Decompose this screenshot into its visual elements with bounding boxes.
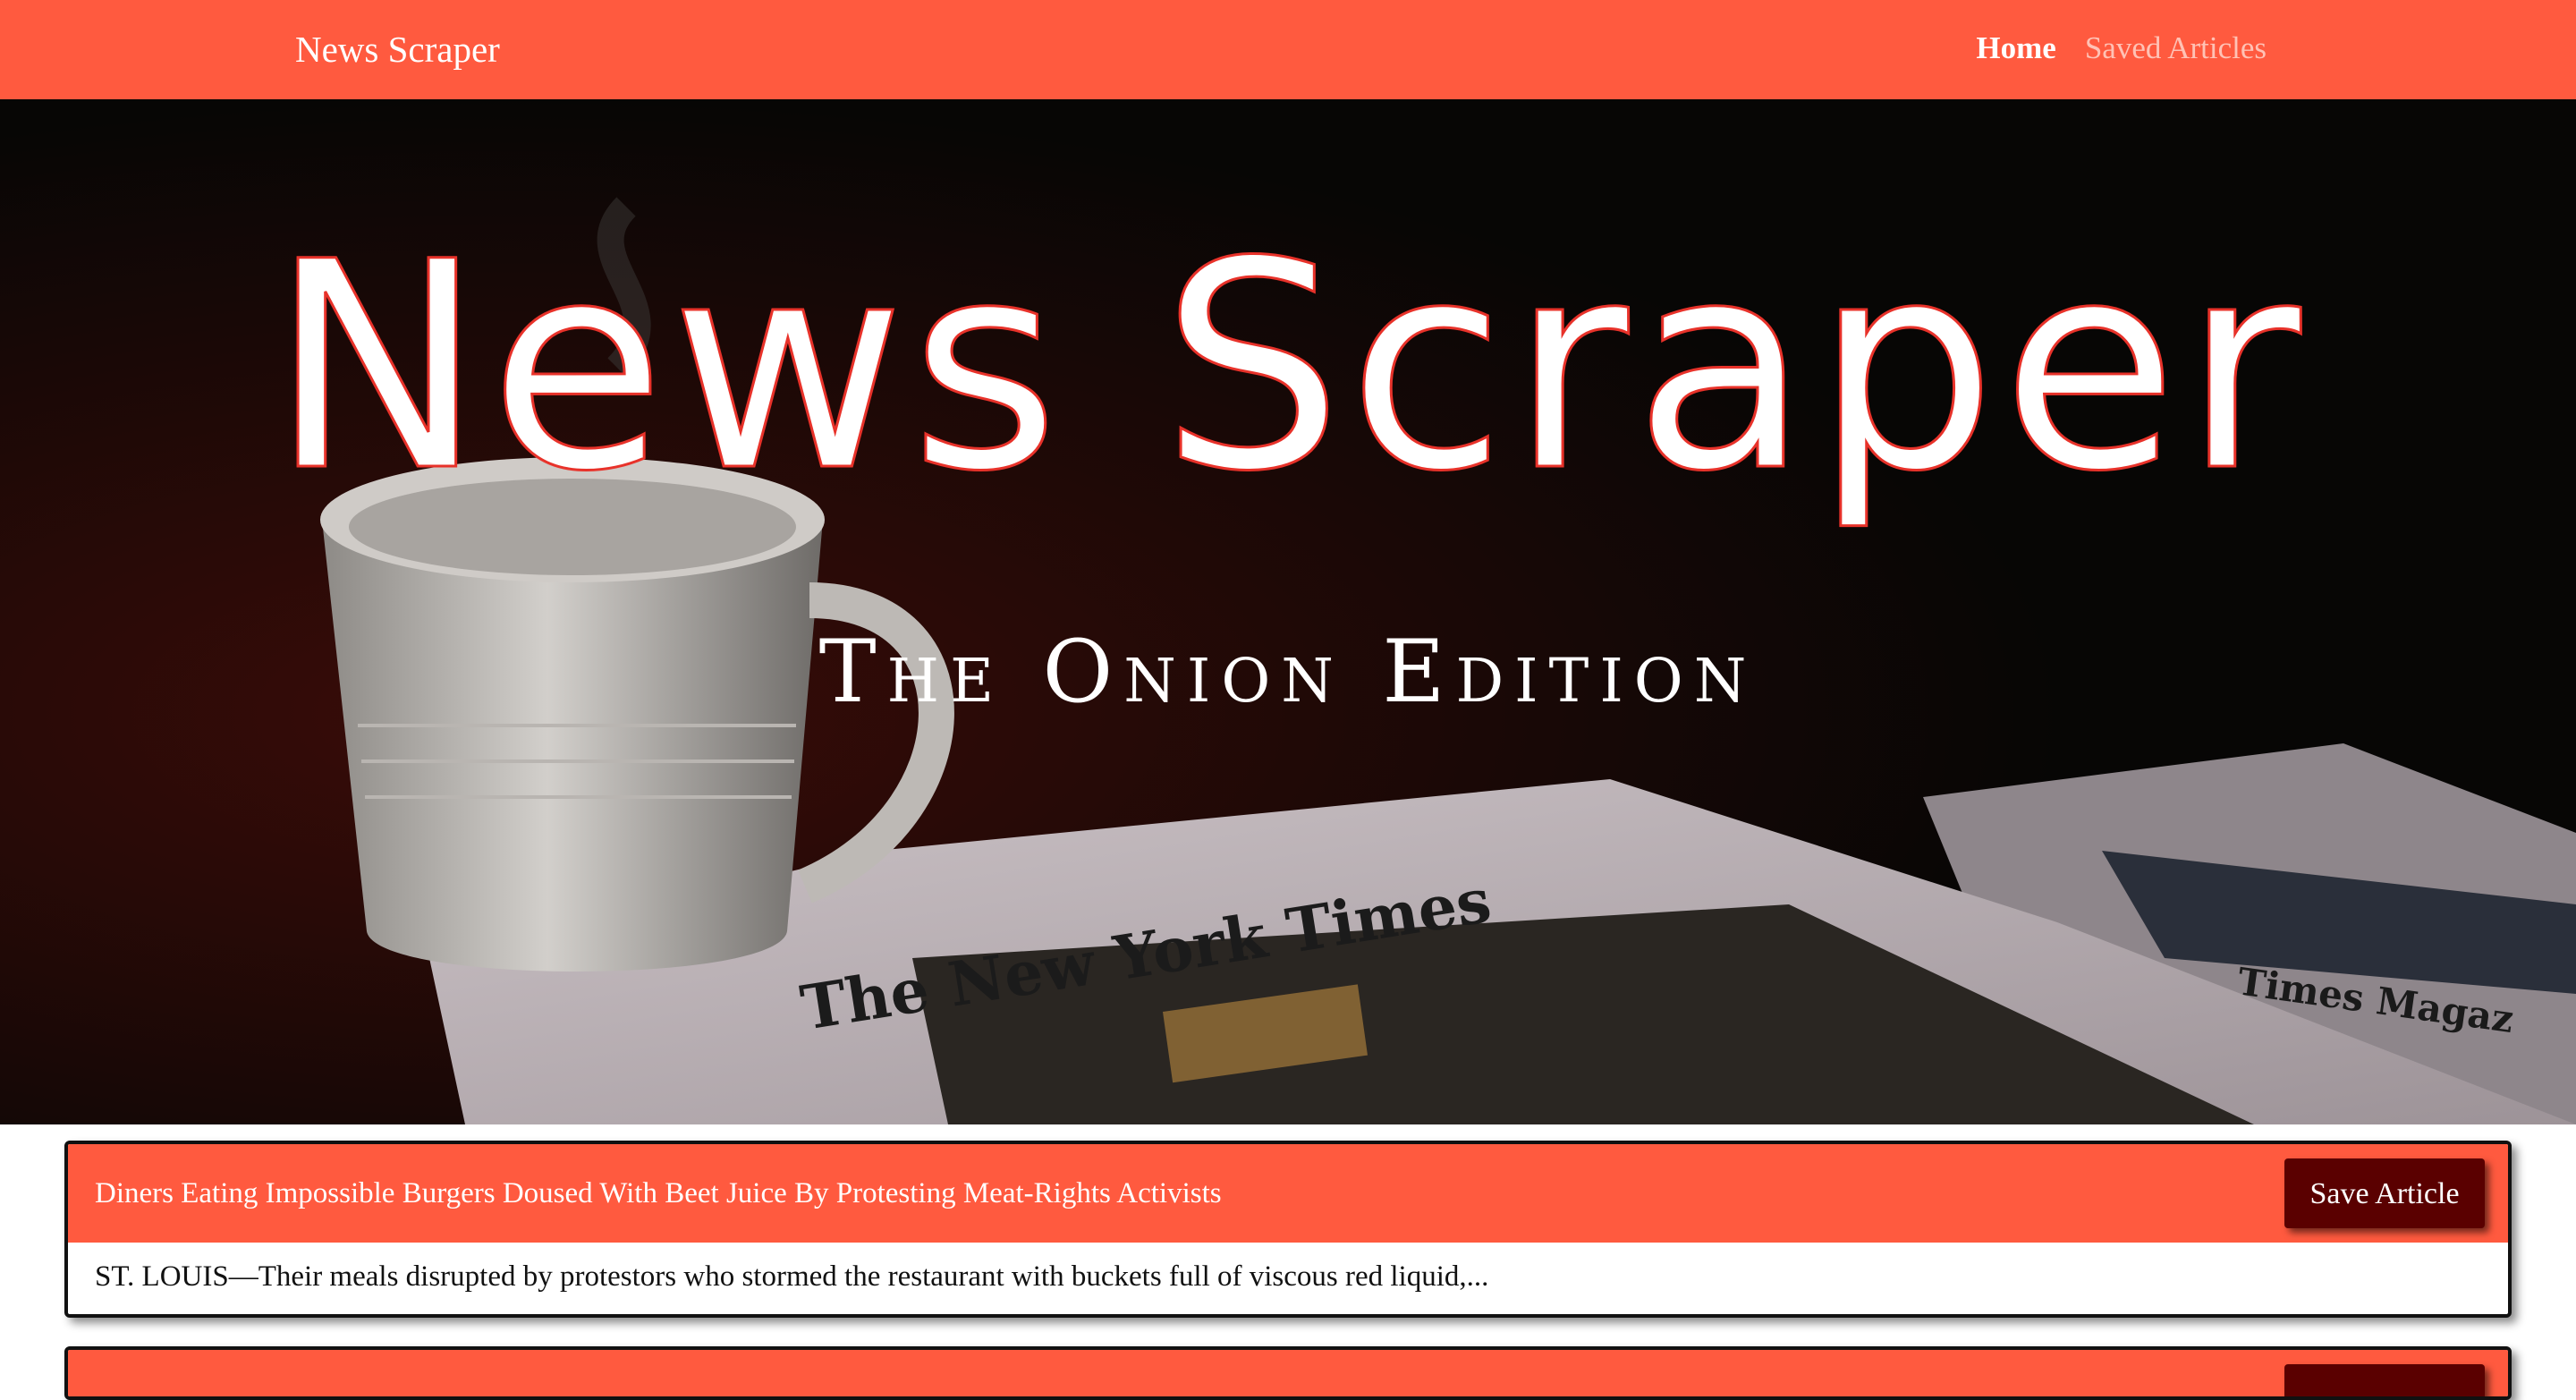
article-title-link[interactable]: Diners Eating Impossible Burgers Doused … (95, 1144, 1222, 1243)
nav-links: Home Saved Articles (1976, 24, 2267, 72)
hero-subtitle: The Onion Edition (818, 622, 1758, 722)
navbar: News Scraper Home Saved Articles (0, 0, 2576, 99)
save-article-button[interactable]: Save Article (2284, 1158, 2485, 1228)
article-header: Diners Eating Impossible Burgers Doused … (68, 1144, 2508, 1243)
article-card: Diners Eating Impossible Burgers Doused … (64, 1141, 2512, 1318)
nav-link-home[interactable]: Home (1976, 24, 2055, 72)
hero-banner: Times Magaz The New York Times News Scra… (0, 99, 2576, 1124)
article-summary: ST. LOUIS—Their meals disrupted by prote… (95, 1260, 1489, 1293)
navbar-brand[interactable]: News Scraper (295, 24, 500, 74)
article-card (64, 1346, 2512, 1400)
hero-title: News Scraper (268, 201, 2307, 534)
save-article-button[interactable] (2284, 1364, 2485, 1396)
article-header (68, 1350, 2508, 1396)
nav-link-saved-articles[interactable]: Saved Articles (2085, 24, 2267, 72)
